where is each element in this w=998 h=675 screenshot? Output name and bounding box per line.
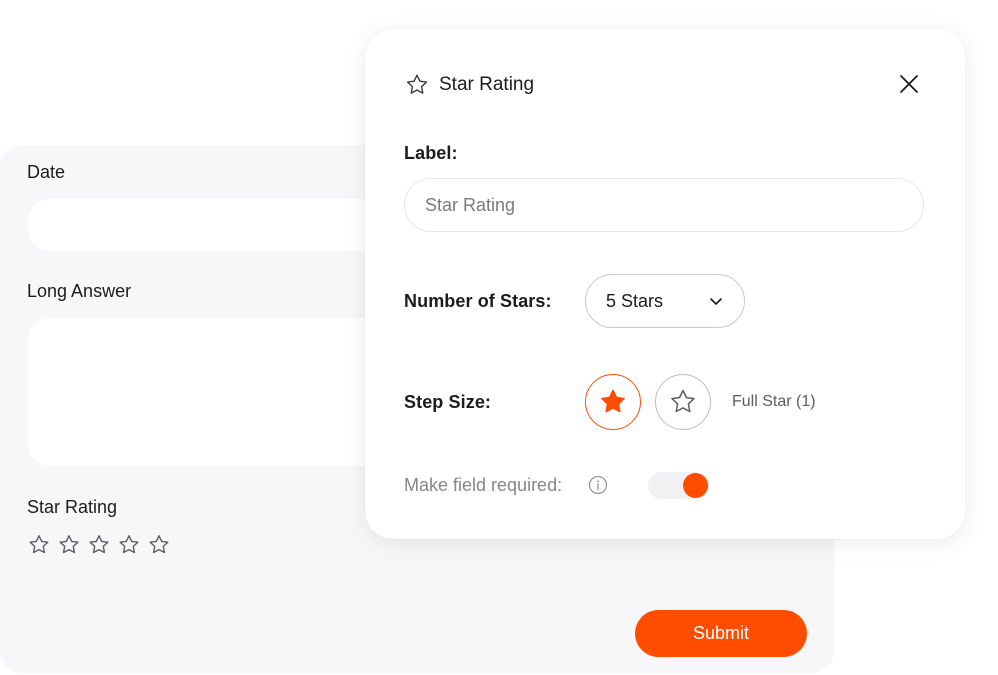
info-icon[interactable] [588, 475, 608, 495]
long-answer-label: Long Answer [27, 281, 132, 301]
star-outline-icon[interactable] [117, 533, 141, 557]
star-rating-input[interactable] [27, 533, 171, 557]
stage: Date Long Answer Star Rating Submit Star… [0, 0, 998, 675]
half-star-icon [671, 389, 695, 413]
star-rating-settings-panel: Star Rating Label: Number of Stars: 5 St… [365, 29, 965, 539]
star-outline-icon[interactable] [57, 533, 81, 557]
label-input[interactable] [404, 178, 924, 232]
star-rating-label: Star Rating [27, 497, 118, 517]
panel-title: Star Rating [439, 74, 535, 95]
star-outline-icon[interactable] [87, 533, 111, 557]
star-outline-icon[interactable] [27, 533, 51, 557]
star-outline-icon[interactable] [147, 533, 171, 557]
number-of-stars-select[interactable]: 5 Stars [585, 274, 745, 328]
step-size-full-button[interactable] [585, 374, 641, 430]
full-star-icon [601, 389, 625, 413]
toggle-knob [683, 473, 708, 498]
date-label: Date [27, 162, 66, 182]
step-size-caption: Full Star (1) [732, 393, 816, 410]
required-label: Make field required: [404, 475, 563, 495]
submit-button[interactable]: Submit [635, 610, 807, 657]
number-of-stars-value: 5 Stars [606, 290, 664, 311]
close-button[interactable] [895, 70, 923, 98]
step-size-title: Step Size: [404, 392, 492, 412]
close-icon [900, 75, 918, 93]
step-size-half-button[interactable] [655, 374, 711, 430]
label-field-title: Label: [404, 143, 458, 163]
star-outline-icon [406, 74, 428, 94]
required-toggle[interactable] [648, 472, 710, 499]
number-of-stars-title: Number of Stars: [404, 291, 552, 311]
chevron-down-icon [710, 298, 722, 305]
